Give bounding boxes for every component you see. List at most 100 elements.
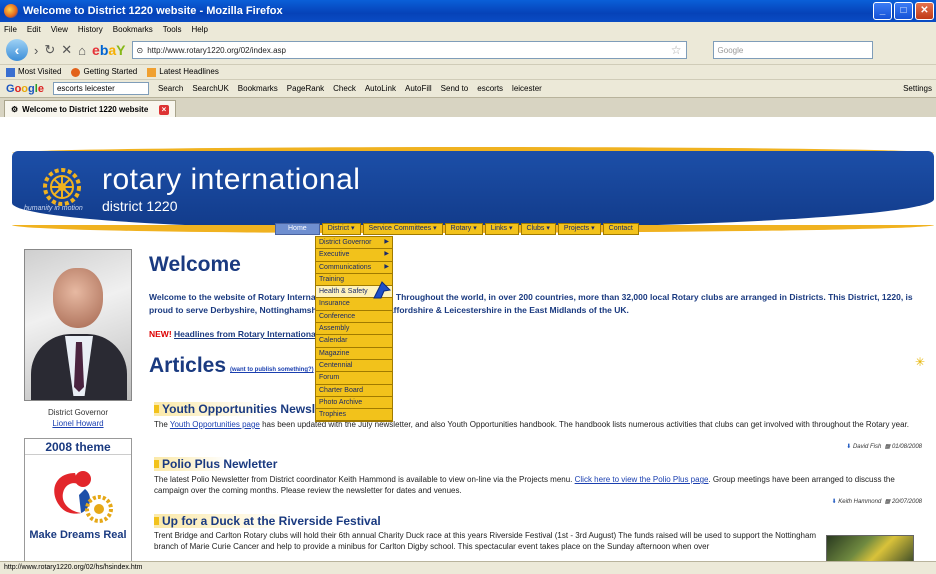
most-visited-icon [6,67,15,77]
search-box[interactable]: Google [712,41,873,59]
governor-photo [24,249,132,401]
photo-head [53,268,103,328]
forward-icon[interactable]: › [34,43,38,58]
menu-file[interactable]: File [4,25,17,34]
window-controls: _ □ ✕ [873,2,934,20]
toolbar-check[interactable]: Check [333,84,356,93]
menu-bookmarks[interactable]: Bookmarks [113,25,153,34]
dropdown-item-centennial[interactable]: Centennial [316,360,392,373]
menu-bar: File Edit View History Bookmarks Tools H… [0,22,936,36]
article-text: The [154,420,170,429]
bookmark-star-icon[interactable]: ☆ [671,43,682,57]
nav-links[interactable]: Links ▾ [484,223,519,235]
new-tag: NEW! [149,329,172,339]
maximize-button[interactable]: □ [894,2,913,20]
menu-tools[interactable]: Tools [163,25,182,34]
duck-race-photo [826,535,914,561]
article-author: Keith Hammond [838,499,882,505]
address-url: http://www.rotary1220.org/02/index.asp [147,45,286,55]
google-letter: e [37,82,44,95]
toolbar-send-to[interactable]: Send to [441,84,469,93]
toolbar-pagerank[interactable]: PageRank [287,84,324,93]
theme-box[interactable]: 2008 theme Make Dreams Real [24,438,132,561]
ebay-letter-e: e [92,42,100,58]
dropdown-item-photo-archive[interactable]: Photo Archive [316,397,392,410]
toolbar-highlight-leicester[interactable]: leicester [512,84,542,93]
theme-title: 2008 theme [25,439,131,455]
menu-help[interactable]: Help [191,25,207,34]
address-bar[interactable]: ⊙ http://www.rotary1220.org/02/index.asp… [131,41,687,59]
dropdown-item-communications[interactable]: Communications ▶ [316,262,392,274]
toolbar-searchuk[interactable]: SearchUK [192,84,228,93]
article-date: 01/08/2008 [891,444,922,450]
google-toolbar: Google escorts leicester Search SearchUK… [0,79,936,97]
tab-active[interactable]: ⚙ Welcome to District 1220 website × [4,100,176,118]
dropdown-item-calendar[interactable]: Calendar [316,335,392,348]
minimize-button[interactable]: _ [873,2,892,20]
ebay-letter-y: Y [116,42,126,58]
dropdown-item-insurance[interactable]: Insurance [316,298,392,311]
dropdown-item-district-governor[interactable]: District Governor ▶ [316,237,392,250]
article-title[interactable]: Youth Opportunities Newsletter [154,402,342,416]
submenu-arrow-icon: ▶ [384,251,389,258]
dropdown-item-conference[interactable]: Conference [316,311,392,324]
reload-icon[interactable]: ↻ [44,42,55,58]
article-link[interactable]: Click here to view the Polio Plus page [575,475,709,484]
dropdown-item-charter-board[interactable]: Charter Board [316,385,392,397]
toolbar-autofill[interactable]: AutoFill [405,84,432,93]
nav-contact[interactable]: Contact [602,223,639,235]
toolbar-settings[interactable]: Settings [903,84,932,93]
bookmark-getting-started[interactable]: Getting Started [71,67,137,77]
nav-home[interactable]: Home [275,223,320,235]
district-dropdown-menu: District Governor ▶ Executive ▶ Communicat… [315,236,393,423]
nav-district[interactable]: District ▾ [321,223,361,235]
close-button[interactable]: ✕ [915,2,934,20]
dropdown-item-magazine[interactable]: Magazine [316,348,392,360]
article-body: The Youth Opportunities page has been up… [154,419,924,430]
dropdown-item-forum[interactable]: Forum [316,372,392,385]
article-body: Trent Bridge and Carlton Rotary clubs wi… [154,530,819,552]
menu-view[interactable]: View [51,25,68,34]
stop-icon[interactable]: ✕ [61,42,72,58]
dropdown-item-trophies[interactable]: Trophies [316,409,392,422]
article-meta: ⬇ David Fish ▦ 01/08/2008 [846,444,922,450]
intro-text: Welcome to the website of Rotary Interna… [149,292,913,315]
dropdown-item-executive[interactable]: Executive ▶ [316,249,392,262]
toolbar-autolink[interactable]: AutoLink [365,84,396,93]
article-link[interactable]: Youth Opportunities page [170,420,260,429]
nav-rotary[interactable]: Rotary ▾ [444,223,483,235]
article-meta: ⬇ Keith Hammond ▦ 20/07/2008 [831,499,922,505]
publish-link[interactable]: (want to publish something?) [230,367,314,373]
rotary-wheel-icon [43,168,81,206]
firefox-small-icon [71,67,81,77]
nav-service-committees[interactable]: Service Committees ▾ [362,223,443,235]
site-icon: ⊙ [136,45,144,55]
site-navigation: Home District ▾ Service Committees ▾ Rot… [275,223,639,235]
tab-close-icon[interactable]: × [159,104,169,115]
article-title[interactable]: Polio Plus Newletter [154,457,278,471]
article-author: David Fish [852,444,882,450]
web-page: rotary international district 1220 human… [0,117,936,561]
toolbar-bookmarks[interactable]: Bookmarks [238,84,278,93]
toolbar-highlight-escorts[interactable]: escorts [477,84,503,93]
bookmark-latest-headlines[interactable]: Latest Headlines [147,67,219,77]
google-search-input[interactable]: escorts leicester [52,82,149,95]
back-icon[interactable]: ‹ [6,39,28,61]
sun-icon: ✳ [915,355,926,369]
article-date: 20/07/2008 [891,499,922,505]
nav-projects[interactable]: Projects ▾ [557,223,601,235]
home-icon[interactable]: ⌂ [78,43,86,58]
ebay-letter-a: a [108,42,117,58]
menu-history[interactable]: History [78,25,103,34]
dropdown-item-assembly[interactable]: Assembly [316,323,392,336]
governor-name-link[interactable]: Lionel Howard [24,419,132,428]
brand-title: rotary international [102,163,361,196]
menu-edit[interactable]: Edit [27,25,41,34]
ebay-icon[interactable]: ebaY [92,42,126,58]
banner-blue: rotary international district 1220 human… [12,151,934,229]
navigation-toolbar: ‹ › ↻ ✕ ⌂ ebaY ⊙ http://www.rotary1220.o… [0,36,936,64]
toolbar-search[interactable]: Search [158,84,183,93]
article-title[interactable]: Up for a Duck at the Riverside Festival [154,514,381,528]
bookmark-most-visited[interactable]: Most Visited [6,67,61,77]
nav-clubs[interactable]: Clubs ▾ [520,223,556,235]
